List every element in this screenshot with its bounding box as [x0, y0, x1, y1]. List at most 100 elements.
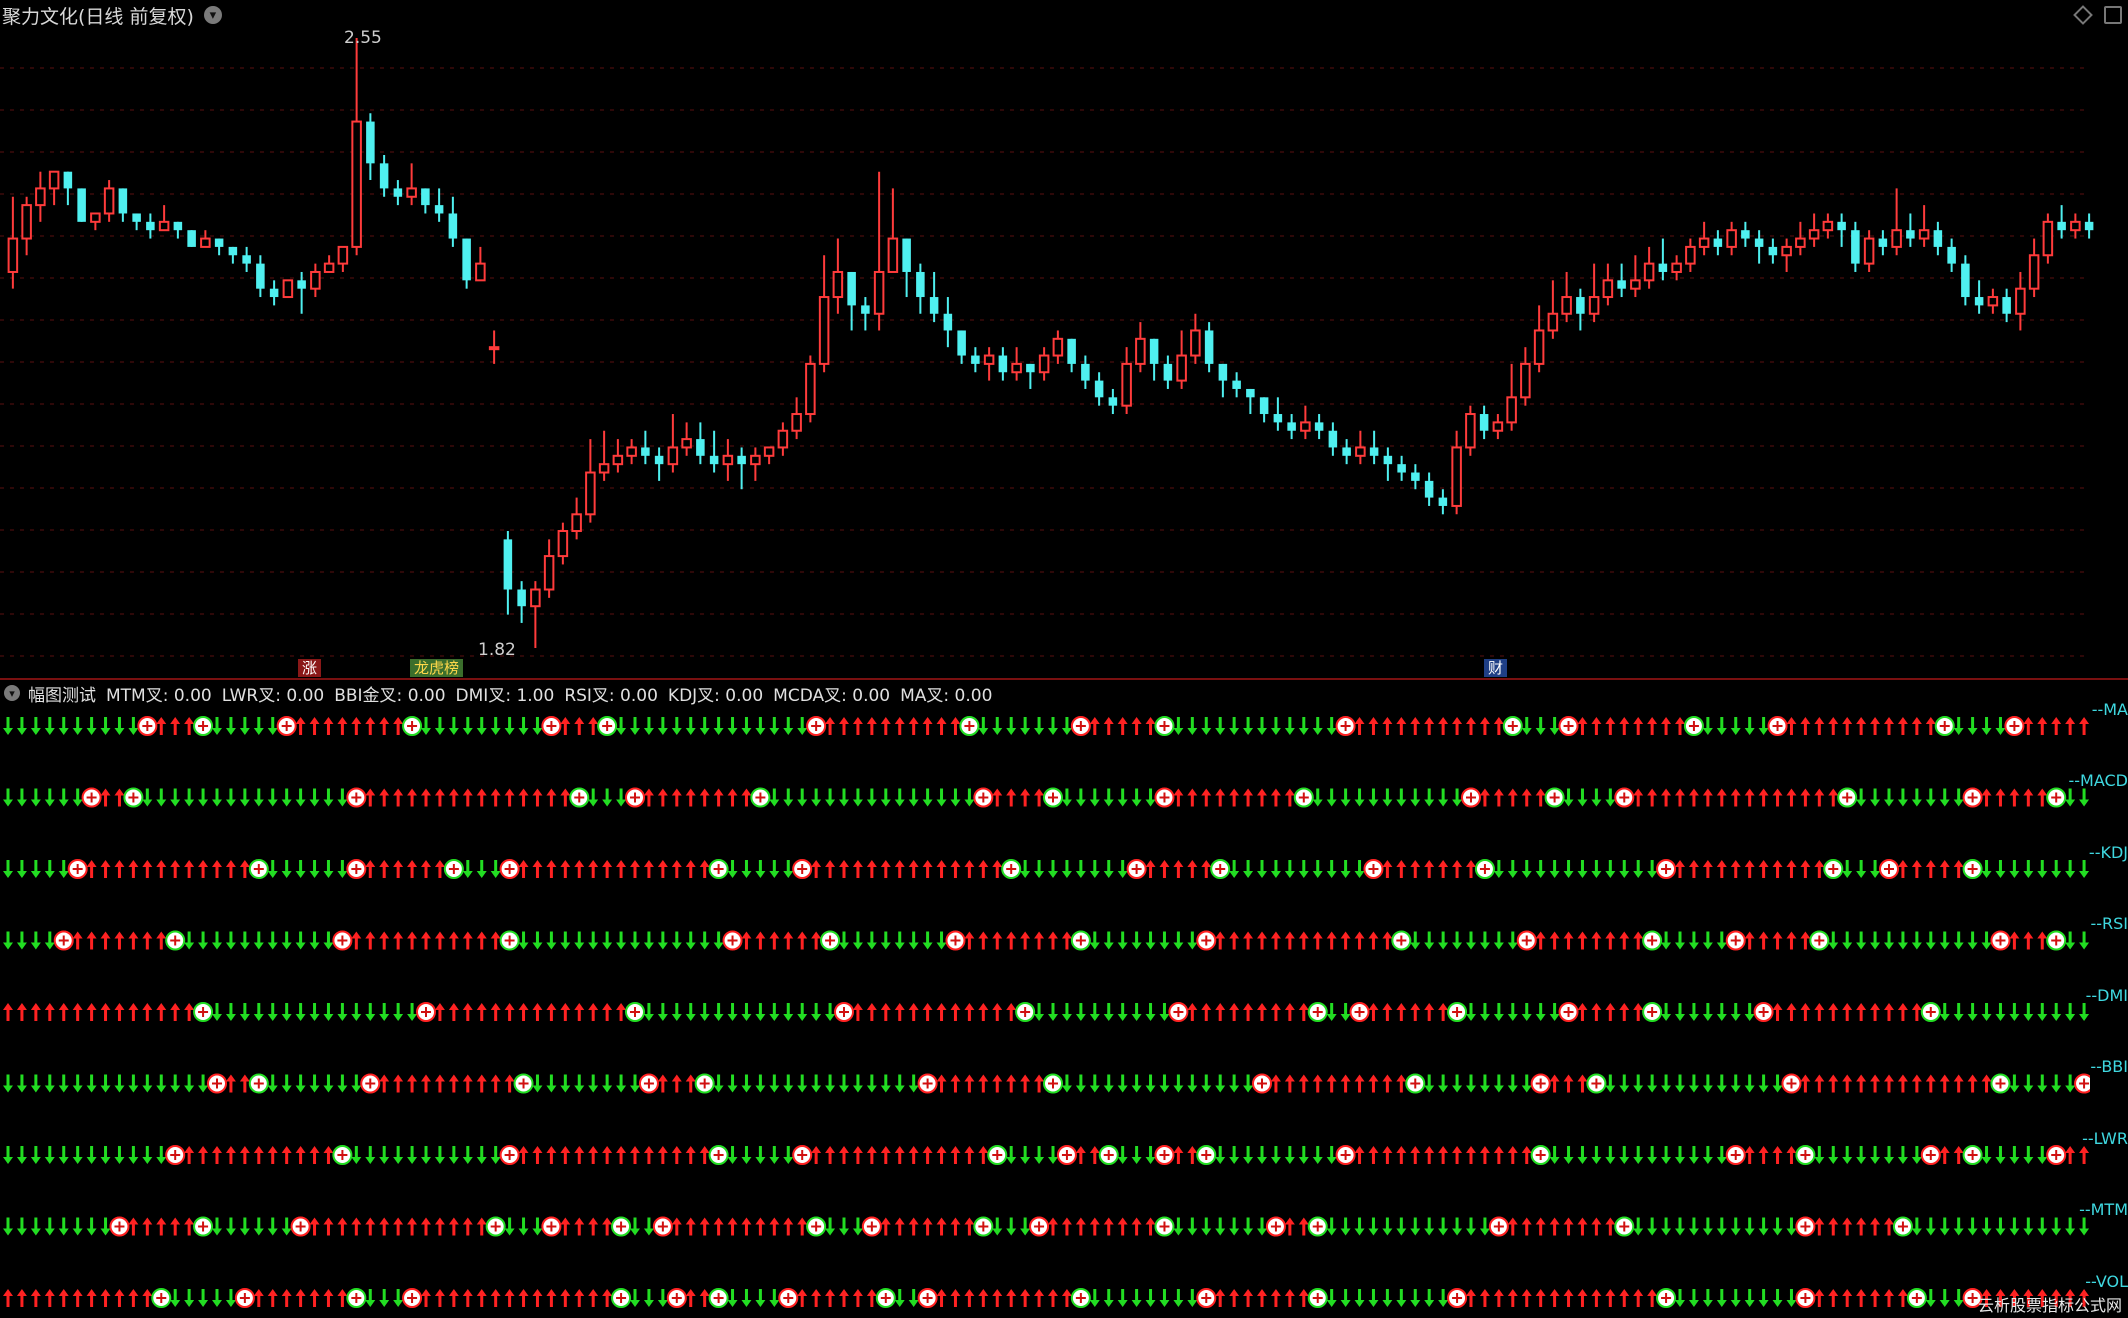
cross-signal-marker[interactable]: [1154, 1216, 1175, 1237]
candle-body[interactable]: [393, 188, 403, 197]
cross-signal-marker[interactable]: [485, 1216, 506, 1237]
cross-signal-marker[interactable]: [1502, 716, 1523, 736]
candle-body[interactable]: [1506, 396, 1517, 424]
candle-body[interactable]: [1411, 472, 1420, 481]
cross-signal-marker[interactable]: [792, 1145, 813, 1165]
cross-signal-marker[interactable]: [1962, 787, 1983, 808]
cross-signal-marker[interactable]: [1252, 1073, 1272, 1094]
candle-body[interactable]: [118, 188, 128, 214]
candle-body[interactable]: [1918, 229, 1930, 240]
cross-signal-marker[interactable]: [1934, 716, 1955, 736]
cross-signal-marker[interactable]: [1516, 930, 1537, 951]
cross-signal-marker[interactable]: [1029, 1216, 1050, 1237]
cross-signal-marker[interactable]: [1405, 1073, 1426, 1094]
candle-body[interactable]: [214, 238, 224, 247]
cross-signal-marker[interactable]: [1168, 1002, 1189, 1022]
cross-signal-marker[interactable]: [861, 1216, 882, 1237]
candle-body[interactable]: [2070, 220, 2081, 232]
cross-signal-marker[interactable]: [778, 1288, 799, 1308]
cross-signal-marker[interactable]: [1196, 930, 1217, 951]
candle-body[interactable]: [1383, 455, 1393, 465]
candle-body[interactable]: [77, 188, 86, 222]
candle-body[interactable]: [861, 305, 870, 314]
cross-signal-marker[interactable]: [1753, 1002, 1774, 1022]
candle-body[interactable]: [1190, 329, 1201, 357]
dragon-tiger-badge[interactable]: 龙虎榜: [410, 659, 464, 677]
candle-body[interactable]: [1851, 230, 1860, 264]
candle-body[interactable]: [256, 263, 265, 289]
cross-signal-marker[interactable]: [1056, 1145, 1077, 1165]
candle-body[interactable]: [1397, 464, 1406, 473]
candle-body[interactable]: [1947, 246, 1956, 264]
cross-signal-marker[interactable]: [1879, 859, 1899, 879]
candlestick-chart[interactable]: [0, 28, 2128, 678]
candle-body[interactable]: [1011, 362, 1022, 374]
restore-window-icon[interactable]: [2104, 6, 2122, 24]
cross-signal-marker[interactable]: [1349, 1002, 1370, 1022]
candle-body[interactable]: [626, 446, 637, 457]
cross-signal-marker[interactable]: [1656, 859, 1677, 879]
candle-body[interactable]: [916, 271, 925, 298]
candle-body[interactable]: [1479, 414, 1489, 431]
candle-body[interactable]: [1863, 237, 1875, 265]
candle-body[interactable]: [641, 447, 650, 456]
candle-body[interactable]: [929, 297, 939, 314]
cross-signal-marker[interactable]: [959, 716, 980, 736]
candle-body[interactable]: [1961, 263, 1970, 298]
cross-signal-marker[interactable]: [193, 1216, 214, 1237]
cross-signal-marker[interactable]: [402, 1288, 423, 1308]
candle-body[interactable]: [2057, 221, 2066, 231]
cross-signal-marker[interactable]: [625, 1002, 645, 1022]
candle-body[interactable]: [1273, 414, 1283, 423]
cross-signal-marker[interactable]: [53, 930, 74, 951]
cross-signal-marker[interactable]: [1363, 859, 1384, 879]
candle-body[interactable]: [530, 588, 541, 608]
cross-signal-marker[interactable]: [276, 716, 297, 736]
cross-signal-marker[interactable]: [638, 1073, 659, 1094]
candle-body[interactable]: [421, 188, 430, 206]
cross-signal-marker[interactable]: [1642, 930, 1663, 951]
candle-body[interactable]: [242, 255, 251, 264]
candle-body[interactable]: [1576, 297, 1585, 314]
candle-body[interactable]: [1149, 338, 1159, 364]
candle-body[interactable]: [1176, 354, 1187, 382]
cross-signal-marker[interactable]: [1196, 1288, 1217, 1308]
cross-signal-marker[interactable]: [1990, 930, 2011, 951]
candle-body[interactable]: [1232, 380, 1241, 389]
candle-body[interactable]: [448, 213, 458, 239]
candle-body[interactable]: [1658, 263, 1668, 272]
cross-signal-marker[interactable]: [917, 1073, 938, 1094]
cross-signal-marker[interactable]: [917, 1288, 938, 1308]
candle-body[interactable]: [1768, 246, 1778, 256]
cross-signal-marker[interactable]: [708, 1145, 729, 1165]
candle-body[interactable]: [873, 270, 885, 315]
candle-body[interactable]: [1685, 245, 1696, 265]
candle-body[interactable]: [1713, 238, 1723, 247]
candle-body[interactable]: [1643, 262, 1655, 282]
candle-body[interactable]: [517, 589, 526, 607]
candle-body[interactable]: [1052, 337, 1064, 357]
candle-body[interactable]: [475, 262, 486, 282]
limit-up-badge[interactable]: 涨: [298, 659, 322, 677]
cross-signal-marker[interactable]: [1307, 1002, 1328, 1022]
candle-body[interactable]: [297, 280, 306, 289]
candle-body[interactable]: [998, 355, 1008, 373]
candle-body[interactable]: [1837, 221, 1846, 231]
candle-body[interactable]: [310, 270, 321, 290]
candle-body[interactable]: [323, 262, 335, 273]
candle-body[interactable]: [1424, 480, 1434, 498]
cross-signal-marker[interactable]: [806, 716, 827, 736]
cross-signal-marker[interactable]: [708, 1288, 729, 1308]
candle-body[interactable]: [1163, 363, 1173, 381]
candle-body[interactable]: [90, 212, 101, 223]
cross-signal-marker[interactable]: [1656, 1288, 1677, 1308]
cross-signal-marker[interactable]: [1474, 859, 1495, 879]
candle-body[interactable]: [2042, 220, 2054, 257]
cross-signal-marker[interactable]: [1098, 1145, 1119, 1165]
candle-body[interactable]: [1520, 362, 1531, 399]
candle-body[interactable]: [1204, 330, 1214, 364]
cross-signal-marker[interactable]: [1683, 716, 1704, 736]
cross-signal-marker[interactable]: [1892, 1216, 1913, 1237]
cross-signal-marker[interactable]: [694, 1073, 715, 1094]
cross-signal-marker[interactable]: [1781, 1073, 1802, 1094]
